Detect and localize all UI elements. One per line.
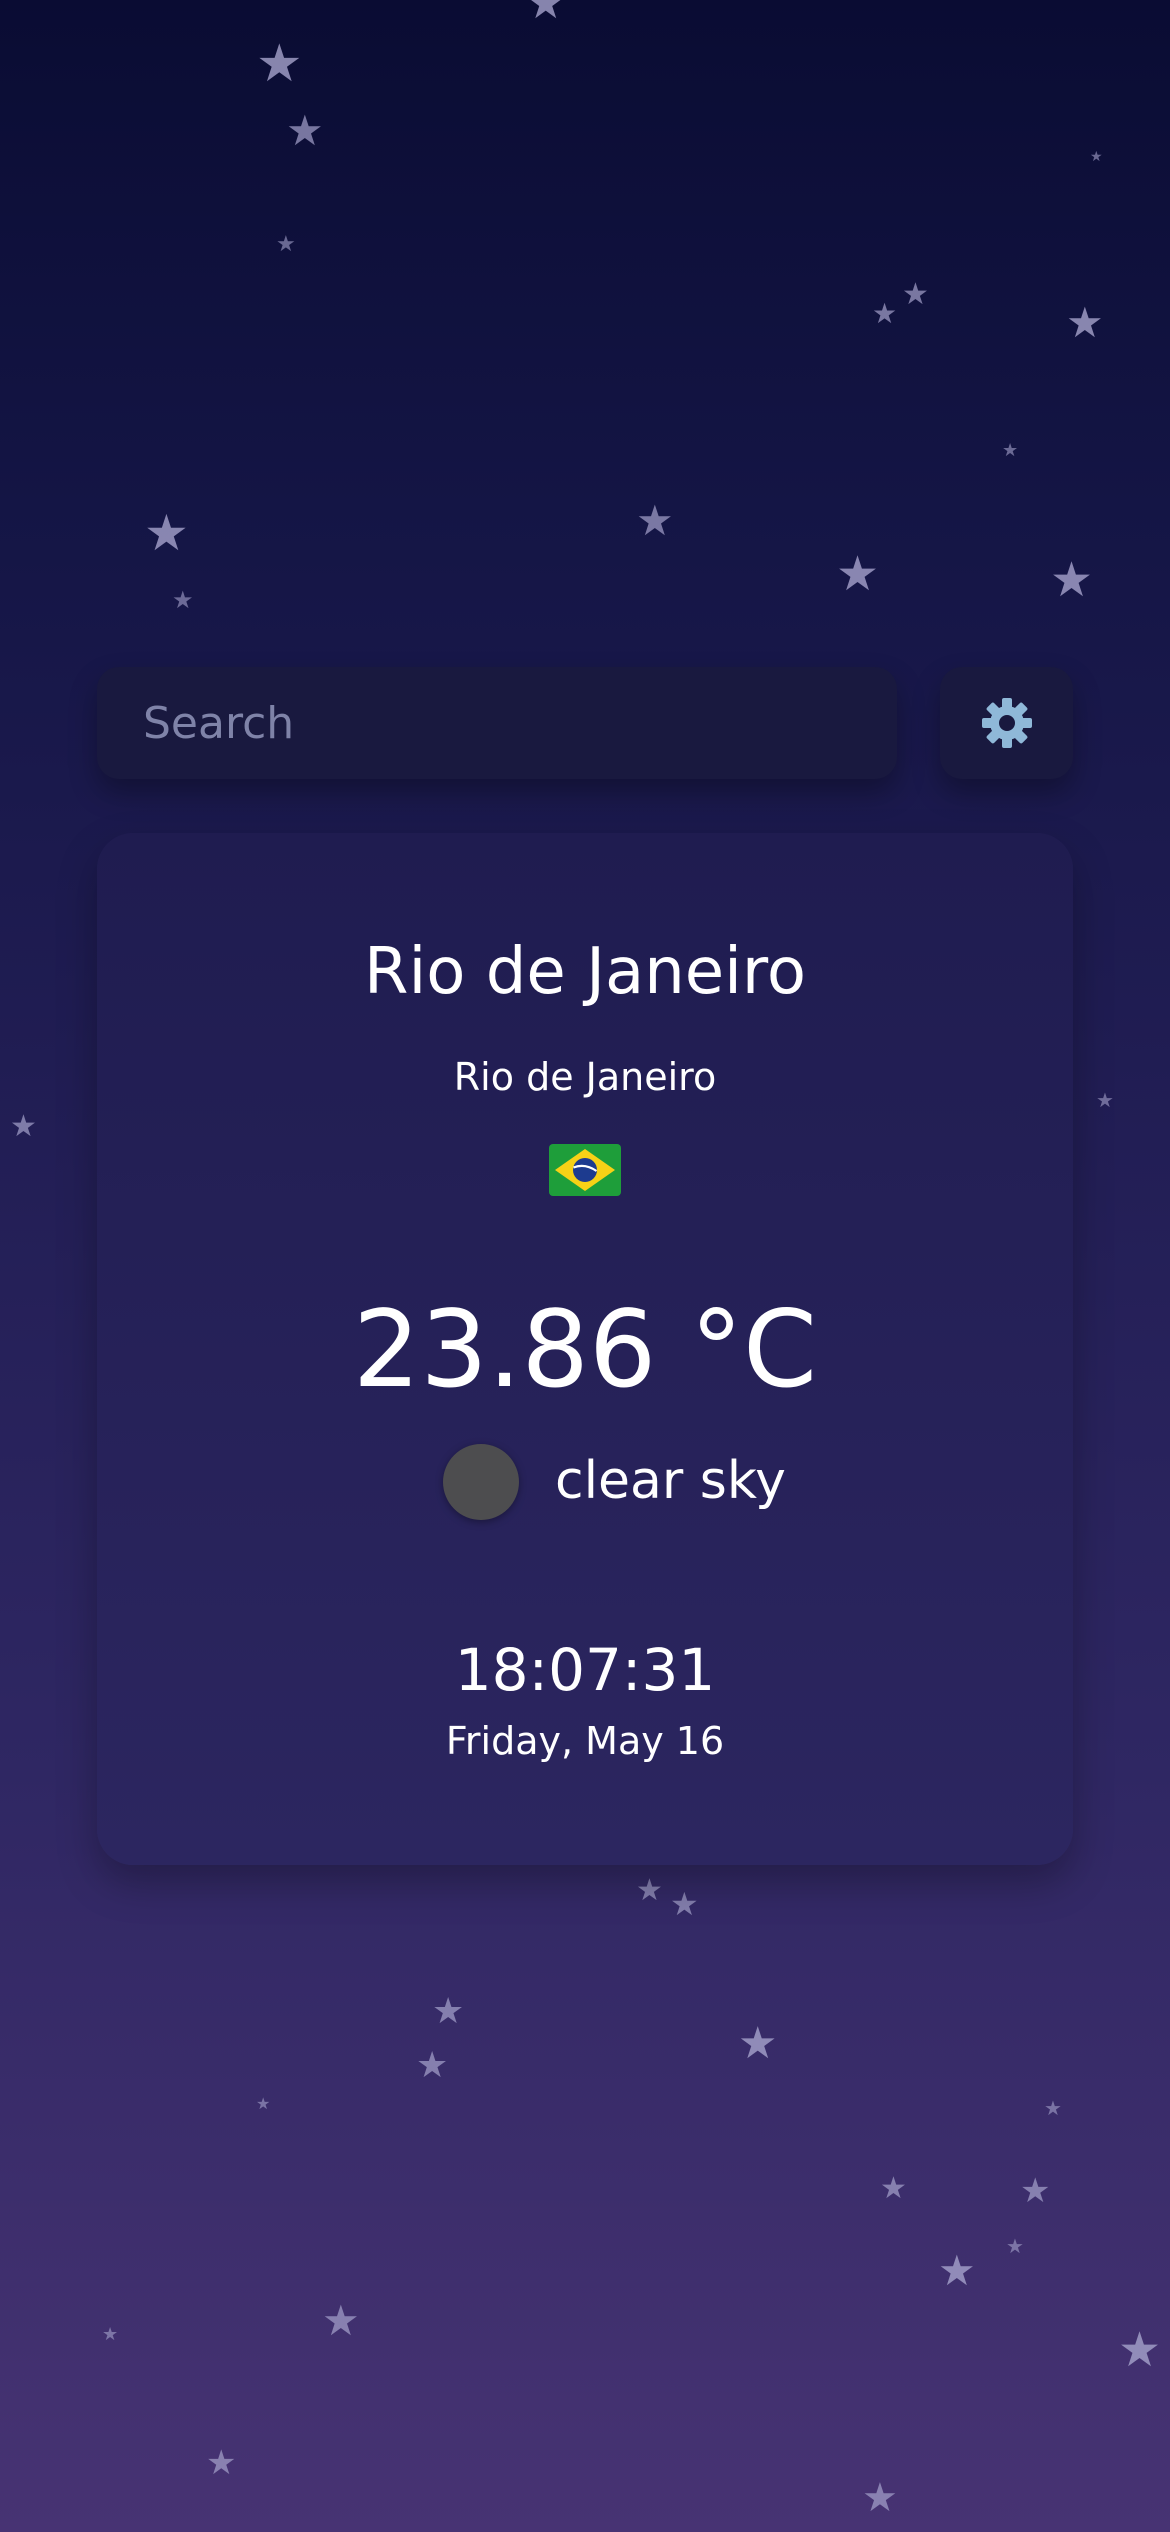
- star-icon: ★: [1044, 2096, 1062, 2120]
- star-icon: ★: [880, 2171, 907, 2206]
- star-icon: ★: [670, 1885, 699, 1923]
- star-icon: ★: [1020, 2171, 1051, 2211]
- search-input[interactable]: [97, 667, 897, 779]
- gear-icon: [981, 698, 1032, 748]
- star-icon: ★: [322, 2296, 360, 2345]
- star-icon: ★: [286, 106, 324, 155]
- weather-condition: clear sky: [555, 1451, 786, 1511]
- star-icon: ★: [938, 2246, 976, 2295]
- star-icon: ★: [1002, 440, 1019, 461]
- star-icon: ★: [416, 2045, 449, 2086]
- star-icon: ★: [636, 1873, 663, 1908]
- region-name: Rio de Janeiro: [453, 1055, 717, 1099]
- star-icon: ★: [902, 277, 929, 312]
- star-icon: ★: [636, 496, 674, 545]
- local-time: 18:07:31: [454, 1636, 716, 1704]
- star-icon: ★: [172, 586, 194, 614]
- star-icon: ★: [1006, 2234, 1024, 2258]
- star-icon: ★: [10, 1109, 37, 1144]
- star-icon: ★: [872, 297, 898, 330]
- star-icon: ★: [836, 546, 880, 602]
- star-icon: ★: [526, 0, 566, 29]
- star-icon: ★: [1090, 149, 1103, 165]
- star-icon: ★: [256, 34, 303, 94]
- star-icon: ★: [206, 2443, 237, 2483]
- star-icon: ★: [1066, 298, 1104, 347]
- star-icon: ★: [738, 2018, 778, 2069]
- brazil-flag-icon: [549, 1144, 621, 1196]
- city-name: Rio de Janeiro: [364, 935, 806, 1009]
- star-icon: ★: [102, 2324, 119, 2345]
- settings-button[interactable]: [940, 667, 1073, 779]
- clear-sky-icon: [443, 1444, 519, 1520]
- star-icon: ★: [862, 2475, 898, 2521]
- star-icon: ★: [1118, 2322, 1162, 2378]
- star-icon: ★: [256, 2094, 271, 2113]
- star-icon: ★: [276, 232, 296, 257]
- star-icon: ★: [432, 1991, 465, 2032]
- star-icon: ★: [144, 504, 189, 562]
- search-bar[interactable]: [97, 667, 897, 779]
- star-icon: ★: [1050, 552, 1094, 608]
- local-date: Friday, May 16: [445, 1719, 725, 1763]
- temperature-readout: 23.86 °C: [352, 1288, 818, 1411]
